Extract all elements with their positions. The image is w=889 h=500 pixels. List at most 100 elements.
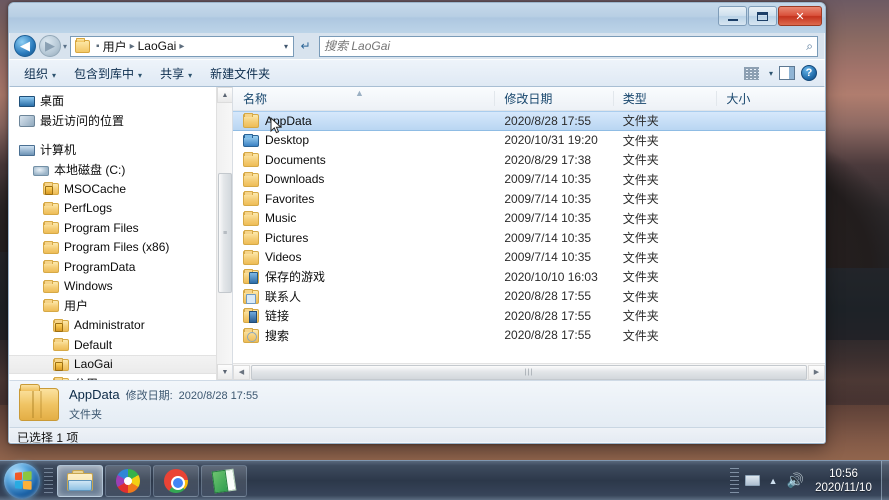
recent-locations-icon[interactable]: ▾ [63,42,67,51]
forward-icon: ▶ [45,38,55,53]
taskbar-chrome[interactable] [153,464,199,497]
sidebar-item-recent-places[interactable]: 最近访问的位置 [9,111,232,131]
maximize-button[interactable] [748,6,777,26]
table-row[interactable]: 保存的游戏 2020/10/10 16:03 文件夹 [233,267,825,287]
scroll-down-button[interactable]: ▼ [217,364,232,380]
search-input[interactable] [324,39,807,53]
back-icon: ◀ [20,38,30,53]
saved-games-icon [243,269,259,285]
recent-places-icon [19,114,35,127]
sidebar-item-label: PerfLogs [64,201,113,216]
column-header-date-modified[interactable]: 修改日期 [494,87,612,110]
table-row[interactable]: Favorites 2009/7/14 10:35 文件夹 [233,189,825,209]
clock[interactable]: 10:56 2020/11/10 [813,467,881,495]
chevron-up-icon: ▲ [221,91,229,99]
breadcrumb-bar[interactable]: ▪ 用户 ▸ LaoGai ▸ ▾ [70,35,295,57]
new-folder-button[interactable]: 新建文件夹 [201,62,279,85]
show-desktop-button[interactable] [881,461,889,500]
clock-time: 10:56 [829,467,858,480]
table-row[interactable]: 链接 2020/8/28 17:55 文件夹 [233,306,825,326]
sidebar-item-local-disk-c[interactable]: 本地磁盘 (C:) [9,160,232,180]
file-name-cell: 搜索 [233,327,494,344]
network-icon [744,475,760,486]
date-modified-cell: 2020/8/28 17:55 [504,289,592,304]
change-view-icon[interactable] [743,66,759,80]
sidebar-item-label: ProgramData [64,259,136,274]
forward-button[interactable]: ▶ [39,35,61,57]
scrollbar-grip-icon: ||| [524,368,534,376]
column-header-type[interactable]: 类型 [612,87,717,110]
file-list-horizontal-scrollbar[interactable]: ◀ ||| ▶ [233,363,825,380]
minimize-button[interactable] [718,6,747,26]
table-row[interactable]: Videos 2009/7/14 10:35 文件夹 [233,248,825,268]
window-title-bar[interactable]: ✕ [9,3,825,33]
network-tray-icon[interactable] [744,475,760,486]
maximize-icon [757,11,768,21]
search-icon[interactable]: ⌕ [806,39,813,54]
scroll-up-button[interactable]: ▲ [217,87,232,103]
include-in-library-button[interactable]: 包含到库中 ▾ [65,62,151,85]
folder-icon [243,210,259,226]
scrollbar-thumb[interactable]: ≡ [218,173,232,293]
sidebar-item-label: Windows [64,279,113,294]
sidebar-item-users[interactable]: 用户 [9,296,232,316]
volume-tray-icon[interactable]: 🔊 [787,472,804,489]
sidebar-item-perflogs[interactable]: PerfLogs [9,199,232,219]
breadcrumb-item-laogai[interactable]: LaoGai [138,39,177,53]
sidebar-item-laogai[interactable]: LaoGai [9,354,232,374]
sidebar-item-program-files[interactable]: Program Files [9,218,232,238]
window-body: 桌面 最近访问的位置 计算机 本地磁盘 (C:) MSOCache PerfLo… [9,87,825,380]
taskbar-360-browser[interactable] [105,464,151,497]
breadcrumb-separator[interactable]: ▸ [127,41,138,52]
sidebar-item-programdata[interactable]: ProgramData [9,257,232,277]
organize-button[interactable]: 组织 ▾ [15,62,65,85]
breadcrumb-item-users[interactable]: 用户 [103,38,127,55]
minimize-icon [727,18,738,21]
table-row[interactable]: 联系人 2020/8/28 17:55 文件夹 [233,287,825,307]
show-hidden-icons-button[interactable]: ▲ [769,476,778,486]
status-text: 已选择 1 项 [17,431,79,444]
sidebar-item-windows[interactable]: Windows [9,277,232,297]
search-box[interactable]: ⌕ [319,35,818,57]
start-button[interactable] [4,462,40,499]
taskbar-explorer[interactable] [57,464,103,497]
chevron-down-icon[interactable]: ▾ [769,69,773,78]
table-row[interactable]: Music 2009/7/14 10:35 文件夹 [233,209,825,229]
sidebar-item-default[interactable]: Default [9,335,232,355]
table-row[interactable]: Pictures 2009/7/14 10:35 文件夹 [233,228,825,248]
table-row[interactable]: Downloads 2009/7/14 10:35 文件夹 [233,170,825,190]
sidebar-item-desktop[interactable]: 桌面 [9,91,232,111]
table-row[interactable]: AppData 2020/8/28 17:55 文件夹 [233,111,825,131]
file-name-cell: Documents [233,152,494,168]
sidebar-item-public[interactable]: 公用 [9,374,232,380]
file-name: Favorites [265,191,315,206]
close-icon: ✕ [795,10,805,23]
close-button[interactable]: ✕ [778,6,822,26]
table-row[interactable]: 搜索 2020/8/28 17:55 文件夹 [233,326,825,346]
scroll-right-button[interactable]: ▶ [808,364,825,380]
scroll-left-button[interactable]: ◀ [233,364,250,380]
breadcrumb-separator-end[interactable]: ▸ [176,41,187,52]
details-item-type: 文件夹 [69,408,102,421]
refresh-button[interactable]: ↵ [297,39,314,53]
computer-icon [19,145,35,157]
column-header-name[interactable]: 名称 ▲ [233,87,494,110]
scrollbar-thumb[interactable]: ||| [251,364,807,380]
table-row[interactable]: Desktop 2020/10/31 19:20 文件夹 [233,131,825,151]
sidebar-item-msocache[interactable]: MSOCache [9,179,232,199]
taskbar-notepad[interactable] [201,464,247,497]
column-header-size[interactable]: 大小 [716,87,825,110]
table-row[interactable]: Documents 2020/8/29 17:38 文件夹 [233,150,825,170]
folder-icon [243,113,259,129]
share-button[interactable]: 共享 ▾ [151,62,201,85]
back-button[interactable]: ◀ [14,35,36,57]
sidebar-item-program-files-x86[interactable]: Program Files (x86) [9,238,232,258]
file-name: 搜索 [265,328,290,343]
chevron-down-icon[interactable]: ▾ [284,42,291,51]
help-icon[interactable]: ? [801,65,817,81]
sidebar-item-computer[interactable]: 计算机 [9,140,232,160]
date-modified-cell: 2009/7/14 10:35 [504,211,592,226]
navigation-pane-scrollbar[interactable]: ▲ ≡ ▼ [216,87,232,380]
sidebar-item-administrator[interactable]: Administrator [9,316,232,336]
preview-pane-icon[interactable] [779,66,795,80]
